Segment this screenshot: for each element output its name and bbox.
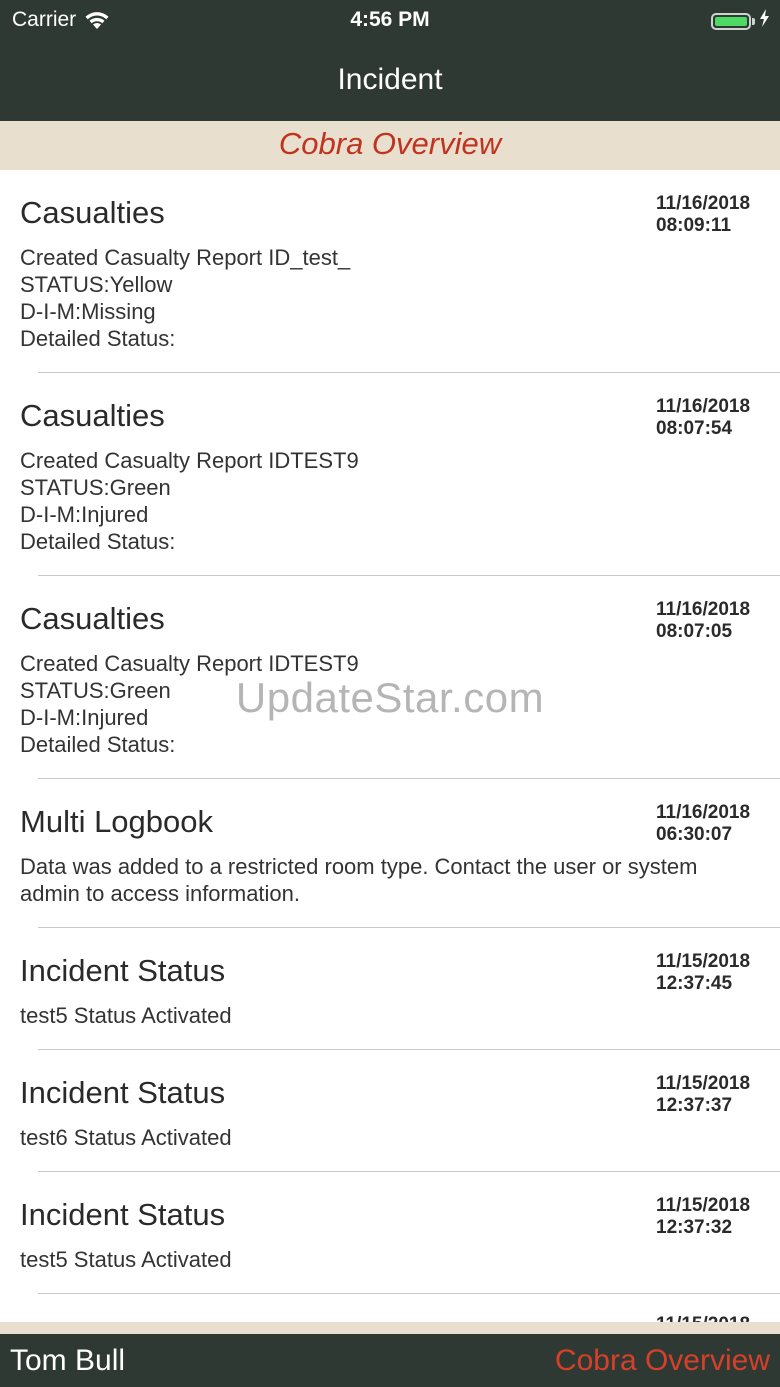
list-item[interactable]: Casualties 11/16/2018 08:07:05 Created Casu… bbox=[0, 576, 780, 778]
item-time: 08:09:11 bbox=[656, 215, 732, 236]
item-timestamp: 11/16/2018 06:30:07 bbox=[656, 802, 760, 846]
item-date: 11/15/2018 bbox=[656, 951, 751, 972]
item-timestamp: 11/16/2018 08:09:11 bbox=[656, 193, 760, 237]
item-time: 12:37:45 bbox=[656, 973, 733, 994]
item-body: Created Casualty Report IDTEST9 STATUS:G… bbox=[20, 651, 359, 757]
list-item[interactable]: Incident Status 11/15/2018 12:37:37 test6 S… bbox=[0, 1050, 780, 1171]
item-date: 11/15/2018 bbox=[656, 1314, 760, 1322]
battery-icon bbox=[711, 9, 770, 33]
item-timestamp: 11/16/2018 08:07:05 bbox=[656, 599, 760, 643]
section-banner: Cobra Overview bbox=[0, 121, 780, 170]
item-timestamp: 11/15/2018 12:37:37 bbox=[656, 1073, 760, 1117]
item-title: Incident Status bbox=[20, 1075, 226, 1110]
item-title: Casualties bbox=[20, 398, 165, 433]
item-body: Created Casualty Report IDTEST9 STATUS:G… bbox=[20, 448, 359, 554]
item-timestamp: 11/15/2018 12:37:45 bbox=[656, 951, 760, 995]
item-body: Data was added to a restricted room type… bbox=[20, 854, 698, 906]
list-item[interactable]: Incident Status 11/15/2018 12:37:45 test5 S… bbox=[0, 928, 780, 1049]
item-date: 11/16/2018 bbox=[656, 193, 751, 214]
feed-list[interactable]: Casualties 11/16/2018 08:09:11 Created Casu… bbox=[0, 170, 780, 1322]
item-date: 11/15/2018 bbox=[656, 1195, 751, 1216]
list-item[interactable]: Casualties 11/16/2018 08:09:11 Created Casu… bbox=[0, 170, 780, 372]
item-date: 11/15/2018 bbox=[656, 1073, 751, 1094]
item-title: Casualties bbox=[20, 601, 165, 636]
item-timestamp: 11/15/2018 12:37:32 bbox=[656, 1195, 760, 1239]
charging-bolt-icon bbox=[759, 9, 770, 33]
nav-title: Incident bbox=[337, 63, 443, 96]
battery-fill bbox=[715, 16, 747, 26]
item-title: Incident Status bbox=[20, 953, 226, 988]
item-time: 12:37:37 bbox=[656, 1095, 733, 1116]
item-title: Multi Logbook bbox=[20, 804, 214, 839]
item-timestamp: 11/16/2018 08:07:54 bbox=[656, 396, 760, 440]
list-item-partial[interactable]: 11/15/2018 bbox=[0, 1294, 780, 1322]
item-body: test5 Status Activated bbox=[20, 1247, 232, 1272]
status-bar: Carrier 4:56 PM bbox=[0, 0, 780, 40]
item-time: 12:37:32 bbox=[656, 1217, 733, 1238]
item-date: 11/16/2018 bbox=[656, 802, 751, 823]
item-body: Created Casualty Report ID_test_ STATUS:… bbox=[20, 245, 351, 351]
item-time: 08:07:54 bbox=[656, 418, 733, 439]
item-title: Casualties bbox=[20, 195, 165, 230]
item-body: test6 Status Activated bbox=[20, 1125, 232, 1150]
section-title: Cobra Overview bbox=[278, 126, 502, 161]
bottom-bar: Tom Bull Cobra Overview bbox=[0, 1334, 780, 1387]
item-time: 06:30:07 bbox=[656, 824, 733, 845]
status-clock: 4:56 PM bbox=[350, 8, 430, 31]
item-body: test5 Status Activated bbox=[20, 1003, 232, 1028]
list-item[interactable]: Multi Logbook 11/16/2018 06:30:07 Data was … bbox=[0, 779, 780, 927]
item-date: 11/16/2018 bbox=[656, 396, 751, 417]
list-item[interactable]: Incident Status 11/15/2018 12:37:32 test5 S… bbox=[0, 1172, 780, 1293]
cobra-overview-link[interactable]: Cobra Overview bbox=[555, 1342, 770, 1380]
item-date: 11/16/2018 bbox=[656, 599, 751, 620]
bottom-strip bbox=[0, 1322, 780, 1334]
top-bar: Carrier 4:56 PM Incident bbox=[0, 0, 780, 121]
item-title: Incident Status bbox=[20, 1197, 226, 1232]
list-item[interactable]: Casualties 11/16/2018 08:07:54 Created Casu… bbox=[0, 373, 780, 575]
item-time: 08:07:05 bbox=[656, 621, 733, 642]
user-name: Tom Bull bbox=[10, 1344, 126, 1377]
